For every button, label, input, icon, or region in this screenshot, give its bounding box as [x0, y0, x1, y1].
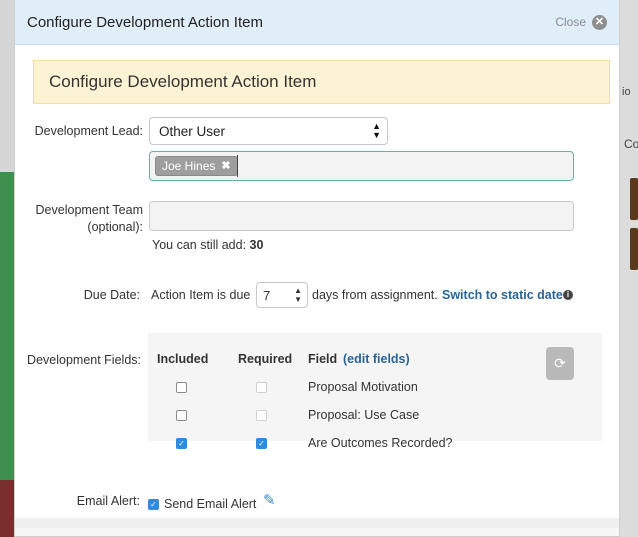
modal-body: Configure Development Action Item Develo…: [15, 45, 619, 528]
user-tag: Joe Hines ✖: [155, 156, 238, 176]
field-2-included-checkbox[interactable]: [176, 410, 187, 421]
edit-fields-link[interactable]: (edit fields): [343, 352, 410, 366]
send-email-alert-label: Send Email Alert: [164, 497, 257, 511]
field-3-included-checkbox[interactable]: ✓: [176, 438, 187, 449]
configure-action-item-modal: Configure Development Action Item Close …: [14, 0, 620, 537]
background-text-1: io: [622, 86, 631, 98]
text-caret: [237, 155, 238, 177]
development-lead-user-input[interactable]: Joe Hines ✖: [149, 151, 574, 181]
refresh-button[interactable]: ⟳: [546, 347, 574, 380]
field-1-included-checkbox[interactable]: [176, 382, 187, 393]
info-icon[interactable]: i: [563, 290, 573, 300]
background-thumbnail-1: [630, 178, 638, 220]
due-days-value: 7: [263, 288, 271, 303]
send-email-alert-checkbox[interactable]: ✓: [148, 499, 159, 510]
background-left-strip: [0, 0, 14, 537]
field-1-name: Proposal Motivation: [308, 380, 418, 394]
close-icon: ✕: [592, 14, 607, 30]
field-1-required-checkbox[interactable]: [256, 382, 267, 393]
stepper-arrows-icon[interactable]: ▲ ▼: [294, 286, 302, 304]
development-team-input[interactable]: [149, 201, 574, 231]
still-add-text: You can still add: 30: [152, 238, 263, 252]
development-lead-label: Development Lead:: [34, 124, 143, 138]
modal-title: Configure Development Action Item: [27, 13, 263, 31]
close-button[interactable]: Close ✕: [555, 14, 607, 30]
background-thumbnail-2: [630, 228, 638, 270]
column-included: Included: [157, 352, 209, 366]
banner-title: Configure Development Action Item: [33, 60, 610, 104]
development-lead-select[interactable]: Other User ▲ ▼: [149, 117, 388, 145]
still-add-count: 30: [249, 238, 264, 252]
modal-header: Configure Development Action Item Close …: [15, 0, 619, 45]
modal-footer-strip: [15, 518, 619, 528]
column-required: Required: [238, 352, 293, 366]
background-red-block: [0, 480, 14, 537]
select-arrows-icon: ▲ ▼: [372, 121, 381, 140]
development-team-label-line2: (optional):: [87, 220, 143, 234]
due-date-label: Due Date:: [83, 288, 140, 302]
remove-tag-icon[interactable]: ✖: [221, 156, 230, 176]
field-2-name: Proposal: Use Case: [308, 408, 420, 422]
still-add-prefix: You can still add:: [152, 238, 247, 252]
development-team-label: Development Team (optional):: [36, 202, 143, 236]
field-2-required-checkbox[interactable]: [256, 410, 267, 421]
column-field: Field: [308, 352, 338, 366]
due-prefix-text: Action Item is due: [151, 288, 251, 302]
email-alert-label: Email Alert:: [76, 494, 140, 508]
development-team-label-line1: Development Team: [35, 203, 143, 217]
background-text-2: Co: [624, 137, 638, 151]
development-fields-label: Development Fields:: [27, 353, 141, 367]
development-lead-select-value: Other User: [159, 124, 226, 139]
pencil-icon[interactable]: ✎: [263, 491, 276, 509]
field-3-required-checkbox[interactable]: ✓: [256, 438, 267, 449]
background-right-strip: io Co: [620, 0, 638, 537]
switch-to-static-date-link[interactable]: Switch to static date: [442, 288, 563, 302]
background-green-block: [0, 172, 14, 480]
close-label: Close: [555, 15, 586, 29]
due-days-stepper[interactable]: 7 ▲ ▼: [256, 282, 308, 308]
field-3-name: Are Outcomes Recorded?: [308, 436, 453, 450]
user-tag-label: Joe Hines: [162, 159, 216, 173]
refresh-icon: ⟳: [554, 355, 566, 371]
due-suffix-text: days from assignment.: [312, 288, 438, 302]
